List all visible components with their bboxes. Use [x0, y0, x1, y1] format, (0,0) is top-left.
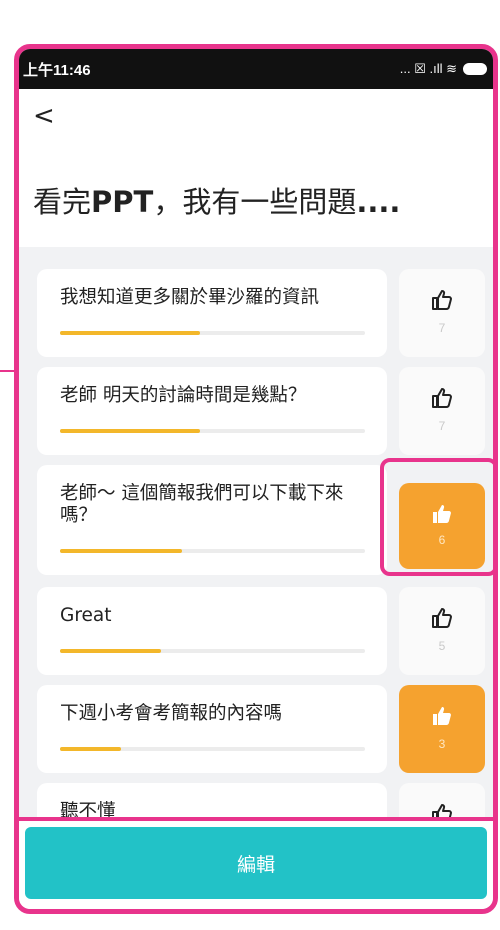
like-button[interactable]: 5	[399, 587, 485, 675]
like-button[interactable]: 7	[399, 269, 485, 357]
question-card[interactable]: Great	[37, 587, 387, 675]
progress-fill	[60, 549, 182, 553]
like-count: 7	[438, 419, 446, 433]
title-suffix: ，我有一些問題	[153, 185, 357, 219]
battery-icon	[463, 63, 487, 75]
question-text: 老師～ 這個簡報我們可以下載下來嗎？	[60, 483, 344, 526]
title-prefix: 看完	[33, 185, 92, 219]
progress-bar	[60, 331, 365, 335]
signal-icons: ... ☒ .ıll ≋	[399, 61, 457, 76]
edit-button[interactable]: 編輯	[25, 827, 487, 899]
status-icons: ... ☒ .ıll ≋	[400, 61, 487, 77]
title-bold: PPT	[91, 185, 154, 219]
progress-fill	[60, 429, 201, 433]
question-row: 下週小考會考簡報的內容嗎 3	[19, 685, 493, 773]
back-button[interactable]: <	[33, 101, 55, 131]
progress-bar	[60, 549, 365, 553]
like-count: 5	[438, 639, 446, 653]
header: < 看完PPT，我有一些問題....	[19, 89, 493, 247]
thumbs-up-icon	[430, 607, 454, 629]
thumbs-up-icon	[430, 705, 454, 727]
question-text: 老師 明天的討論時間是幾點？	[60, 385, 307, 406]
progress-fill	[60, 747, 121, 751]
canvas: 上午11:46 ... ☒ .ıll ≋ < 看完PPT，我有一些問題.... …	[0, 0, 500, 930]
like-button[interactable]: 3	[399, 685, 485, 773]
question-text: 下週小考會考簡報的內容嗎	[60, 703, 283, 724]
status-time: 上午11:46	[23, 61, 91, 79]
question-text: Great	[60, 605, 112, 626]
phone-screen: 上午11:46 ... ☒ .ıll ≋ < 看完PPT，我有一些問題.... …	[14, 44, 498, 914]
progress-bar	[60, 429, 365, 433]
like-button[interactable]: 7	[399, 367, 485, 455]
progress-fill	[60, 649, 161, 653]
question-row: 老師～ 這個簡報我們可以下載下來嗎？ 6	[19, 465, 493, 575]
like-button[interactable]: 6	[399, 483, 485, 569]
question-row: 老師 明天的討論時間是幾點？ 7	[19, 367, 493, 455]
like-count: 3	[438, 737, 446, 751]
annotation-pointer	[0, 370, 14, 372]
question-card[interactable]: 老師 明天的討論時間是幾點？	[37, 367, 387, 455]
like-count: 6	[438, 533, 446, 547]
question-card[interactable]: 老師～ 這個簡報我們可以下載下來嗎？	[37, 465, 387, 575]
question-card[interactable]: 我想知道更多關於畢沙羅的資訊	[37, 269, 387, 357]
like-count: 7	[438, 321, 446, 335]
question-card[interactable]: 下週小考會考簡報的內容嗎	[37, 685, 387, 773]
question-row: Great 5	[19, 587, 493, 675]
progress-bar	[60, 649, 365, 653]
progress-fill	[60, 331, 201, 335]
question-row: 我想知道更多關於畢沙羅的資訊 7	[19, 269, 493, 357]
thumbs-up-icon	[430, 387, 454, 409]
title-dots: ....	[356, 185, 401, 219]
bottom-bar: 編輯	[19, 817, 493, 909]
page-title: 看完PPT，我有一些問題....	[33, 179, 400, 221]
question-text: 我想知道更多關於畢沙羅的資訊	[60, 287, 320, 308]
thumbs-up-icon	[430, 289, 454, 311]
status-bar: 上午11:46 ... ☒ .ıll ≋	[19, 49, 493, 89]
progress-bar	[60, 747, 365, 751]
thumbs-up-icon	[430, 503, 454, 525]
